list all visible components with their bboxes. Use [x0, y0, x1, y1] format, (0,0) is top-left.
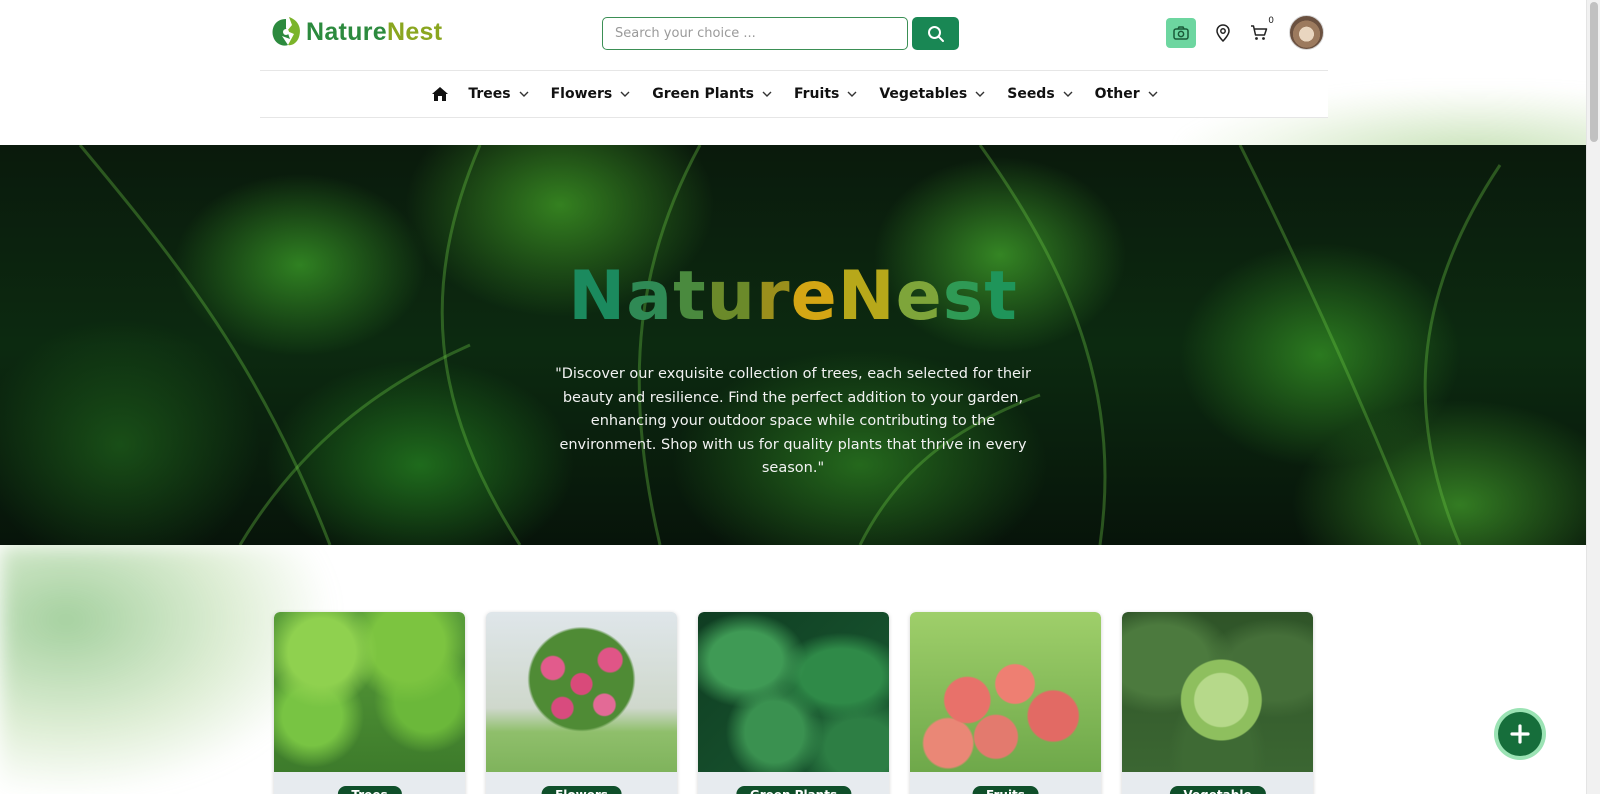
hero-title-letter: t: [673, 257, 707, 336]
cart-icon: [1251, 24, 1268, 40]
chevron-down-icon: [620, 91, 630, 97]
category-cards: Trees Flowers Green Plants Fruits Vegeta…: [274, 612, 1313, 794]
hero-title-letter: e: [790, 257, 838, 336]
chevron-down-icon: [1063, 91, 1073, 97]
category-image-vegetable: [1122, 612, 1313, 772]
nav-item-label: Flowers: [550, 86, 613, 102]
nav-item-label: Trees: [468, 86, 511, 102]
nav-item-label: Seeds: [1007, 86, 1055, 102]
cart-button[interactable]: 0: [1248, 16, 1274, 44]
chevron-down-icon: [847, 91, 857, 97]
search-bar: [602, 17, 959, 50]
cart-count-badge: 0: [1268, 15, 1274, 26]
chevron-down-icon: [519, 91, 529, 97]
nav-home[interactable]: [430, 84, 450, 104]
hero-title-letter: s: [942, 257, 985, 336]
chevron-down-icon: [762, 91, 772, 97]
nav-item-other[interactable]: Other: [1095, 86, 1158, 102]
brand-name-part1: Nature: [306, 17, 387, 46]
category-label: Flowers: [541, 786, 622, 794]
brand-name-part2: Nest: [387, 17, 443, 46]
category-card-vegetable[interactable]: Vegetable: [1122, 612, 1313, 794]
header-actions: 0: [1166, 15, 1324, 50]
category-label: Green Plants: [735, 786, 852, 794]
nav-item-label: Fruits: [793, 86, 840, 102]
category-card-flowers[interactable]: Flowers: [486, 612, 677, 794]
nav-item-flowers[interactable]: Flowers: [551, 86, 631, 102]
category-label: Trees: [337, 786, 402, 794]
nav-item-label: Vegetables: [879, 86, 968, 102]
category-label: Vegetable: [1169, 786, 1266, 794]
nav-item-trees[interactable]: Trees: [468, 86, 529, 102]
nav-item-label: Green Plants: [652, 86, 754, 102]
search-input[interactable]: [602, 17, 908, 50]
hero-banner: NatureNest "Discover our exquisite colle…: [0, 145, 1586, 545]
plus-icon: [1510, 724, 1530, 744]
camera-search-button[interactable]: [1166, 17, 1196, 48]
nav-item-green-plants[interactable]: Green Plants: [652, 86, 772, 102]
hero-description: "Discover our exquisite collection of tr…: [555, 366, 1031, 476]
category-label: Fruits: [972, 786, 1039, 794]
nav-item-seeds[interactable]: Seeds: [1007, 86, 1073, 102]
category-image-green-plants: [698, 612, 889, 772]
location-button[interactable]: [1213, 23, 1233, 43]
location-pin-icon: [1216, 23, 1230, 42]
search-button[interactable]: [912, 17, 959, 50]
nav-item-fruits[interactable]: Fruits: [794, 86, 857, 102]
category-card-green-plants[interactable]: Green Plants: [698, 612, 889, 794]
site-header: NatureNest Search your choice ... 0: [260, 0, 1328, 70]
user-avatar[interactable]: [1289, 15, 1324, 50]
category-card-fruits[interactable]: Fruits: [910, 612, 1101, 794]
brand-logo-link[interactable]: NatureNest: [268, 14, 442, 50]
hero-title-letter: N: [568, 257, 627, 336]
scrollbar-thumb[interactable]: [1590, 2, 1598, 142]
search-icon: [927, 25, 944, 42]
hero-title-letter: t: [984, 257, 1018, 336]
category-image-trees: [274, 612, 465, 772]
home-icon: [432, 87, 449, 101]
category-card-trees[interactable]: Trees: [274, 612, 465, 794]
chevron-down-icon: [1148, 91, 1158, 97]
hero-title-letter: N: [837, 257, 896, 336]
category-image-fruits: [910, 612, 1101, 772]
nav-item-vegetables[interactable]: Vegetables: [879, 86, 985, 102]
main-navigation: Trees Flowers Green Plants Fruits Vegeta…: [260, 70, 1328, 118]
hero-title-letter: a: [626, 257, 674, 336]
leaf-logo-icon: [272, 17, 300, 46]
fern-background-pattern: [78, 145, 1502, 545]
page-scrollbar[interactable]: [1586, 0, 1600, 794]
hero-title: NatureNest: [0, 257, 1586, 336]
floating-add-button-ring: [1494, 708, 1546, 760]
floating-add-button[interactable]: [1498, 712, 1542, 756]
hero-title-letter: e: [895, 257, 943, 336]
nav-item-label: Other: [1094, 86, 1140, 102]
chevron-down-icon: [975, 91, 985, 97]
brand-name: NatureNest: [306, 18, 442, 47]
camera-icon: [1173, 25, 1189, 40]
hero-title-letter: r: [756, 257, 791, 336]
category-image-flowers: [486, 612, 677, 772]
hero-title-letter: u: [706, 257, 757, 336]
